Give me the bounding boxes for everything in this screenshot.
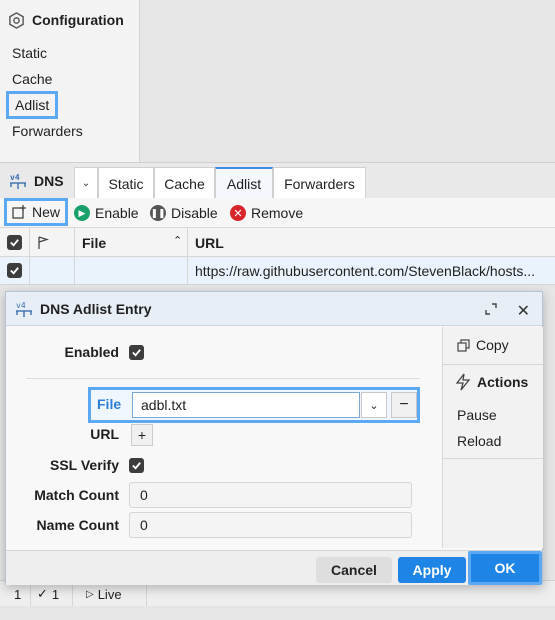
actions-header: Actions	[455, 373, 528, 391]
enable-button[interactable]: ▶ Enable	[74, 203, 139, 223]
dialog-header: v4 DNS Adlist Entry ✕	[6, 292, 542, 326]
column-header-url[interactable]: URL	[195, 235, 224, 251]
file-dropdown-button[interactable]: ⌄	[361, 392, 387, 418]
new-item-icon	[12, 205, 26, 219]
dns-title: v4 DNS	[8, 172, 64, 190]
lightning-icon	[455, 373, 471, 391]
configuration-panel: Configuration Static Cache Adlist Forwar…	[0, 0, 140, 162]
enabled-label: Enabled	[64, 344, 119, 360]
name-count-field: 0	[129, 512, 412, 538]
tab-adlist[interactable]: Adlist	[215, 167, 273, 199]
flag-icon[interactable]	[37, 236, 49, 249]
dns-title-text: DNS	[34, 173, 64, 189]
pause-icon: ❚❚	[150, 205, 166, 221]
new-button[interactable]: New	[4, 198, 69, 226]
ssl-verify-checkbox[interactable]	[129, 458, 144, 473]
tab-list-dropdown[interactable]: ⌄	[74, 167, 98, 198]
sort-ascending-icon[interactable]: ⌃	[173, 234, 182, 247]
copy-icon	[457, 338, 470, 352]
url-label: URL	[90, 426, 119, 442]
settings-hexagon-icon	[9, 11, 24, 29]
background-area	[141, 0, 555, 162]
row-url-cell: https://raw.githubusercontent.com/Steven…	[195, 263, 536, 279]
name-count-label: Name Count	[36, 517, 119, 533]
configuration-header: Configuration	[8, 10, 124, 30]
file-remove-button[interactable]: −	[391, 392, 417, 418]
live-label: Live	[97, 586, 122, 602]
disable-button-label: Disable	[171, 205, 218, 221]
checkmark-icon	[10, 239, 19, 247]
file-label: File	[97, 396, 122, 412]
cancel-button[interactable]: Cancel	[316, 557, 392, 583]
dialog-footer: Cancel Apply OK	[6, 550, 542, 585]
copy-button[interactable]: Copy	[457, 337, 509, 353]
chevron-down-icon: ⌄	[81, 177, 91, 189]
remove-button[interactable]: ✕ Remove	[230, 203, 303, 223]
config-item-forwarders[interactable]: Forwarders	[12, 121, 83, 141]
config-item-adlist[interactable]: Adlist	[6, 91, 59, 119]
svg-text:v4: v4	[16, 301, 26, 310]
apply-button[interactable]: Apply	[398, 557, 466, 583]
ok-button[interactable]: OK	[468, 551, 542, 585]
tab-forwarders[interactable]: Forwarders	[273, 167, 366, 199]
tab-cache[interactable]: Cache	[154, 167, 215, 199]
checkmark-icon	[10, 267, 19, 275]
status-checked-value: 1	[51, 586, 60, 602]
adlist-toolbar: New ▶ Enable ❚❚ Disable ✕ Remove	[0, 198, 555, 228]
remove-x-icon: ✕	[230, 205, 246, 221]
new-button-label: New	[32, 204, 61, 220]
configuration-title: Configuration	[32, 12, 124, 28]
play-icon: ▶	[74, 205, 90, 221]
minus-icon: −	[399, 396, 409, 413]
config-item-cache[interactable]: Cache	[12, 69, 52, 89]
row-checkbox[interactable]	[7, 263, 22, 278]
enable-button-label: Enable	[95, 205, 139, 221]
dns-network-icon: v4	[16, 301, 32, 317]
plus-icon: +	[137, 427, 147, 443]
add-url-button[interactable]: +	[131, 424, 153, 446]
chevron-down-icon: ⌄	[369, 399, 379, 412]
column-header-file[interactable]: File	[82, 235, 106, 251]
svg-text:v4: v4	[10, 173, 20, 182]
disable-button[interactable]: ❚❚ Disable	[150, 203, 218, 223]
dns-network-icon: v4	[10, 173, 26, 189]
remove-button-label: Remove	[251, 205, 304, 221]
config-item-static[interactable]: Static	[12, 43, 47, 63]
select-all-checkbox[interactable]	[7, 235, 22, 250]
table-row[interactable]: https://raw.githubusercontent.com/Steven…	[0, 257, 555, 285]
pause-action[interactable]: Pause	[457, 407, 497, 423]
tab-static[interactable]: Static	[98, 167, 154, 199]
file-field-group: File adbl.txt ⌄ −	[88, 387, 420, 423]
dns-tab-bar: v4 DNS ⌄ Static Cache Adlist Forwarders	[0, 162, 555, 199]
ssl-verify-label: SSL Verify	[49, 457, 119, 473]
close-icon[interactable]: ✕	[517, 301, 530, 321]
dialog-actions-pane: Copy Actions Pause Reload	[442, 327, 543, 548]
check-icon: ✓	[37, 586, 48, 601]
match-count-field: 0	[129, 482, 412, 508]
play-outline-icon: ▷	[86, 588, 94, 600]
dns-adlist-entry-dialog: v4 DNS Adlist Entry ✕ Enabled File adbl.…	[5, 291, 543, 585]
copy-label: Copy	[476, 337, 509, 353]
checkmark-icon	[132, 462, 141, 470]
enabled-checkbox[interactable]	[129, 345, 144, 360]
grid-header: File ⌃ URL	[0, 228, 555, 257]
match-count-label: Match Count	[34, 487, 119, 503]
reload-action[interactable]: Reload	[457, 433, 501, 449]
checkmark-icon	[132, 349, 141, 357]
actions-label: Actions	[477, 374, 529, 390]
file-input[interactable]: adbl.txt	[132, 392, 360, 418]
expand-icon[interactable]	[484, 302, 498, 316]
dialog-title: DNS Adlist Entry	[40, 301, 152, 317]
